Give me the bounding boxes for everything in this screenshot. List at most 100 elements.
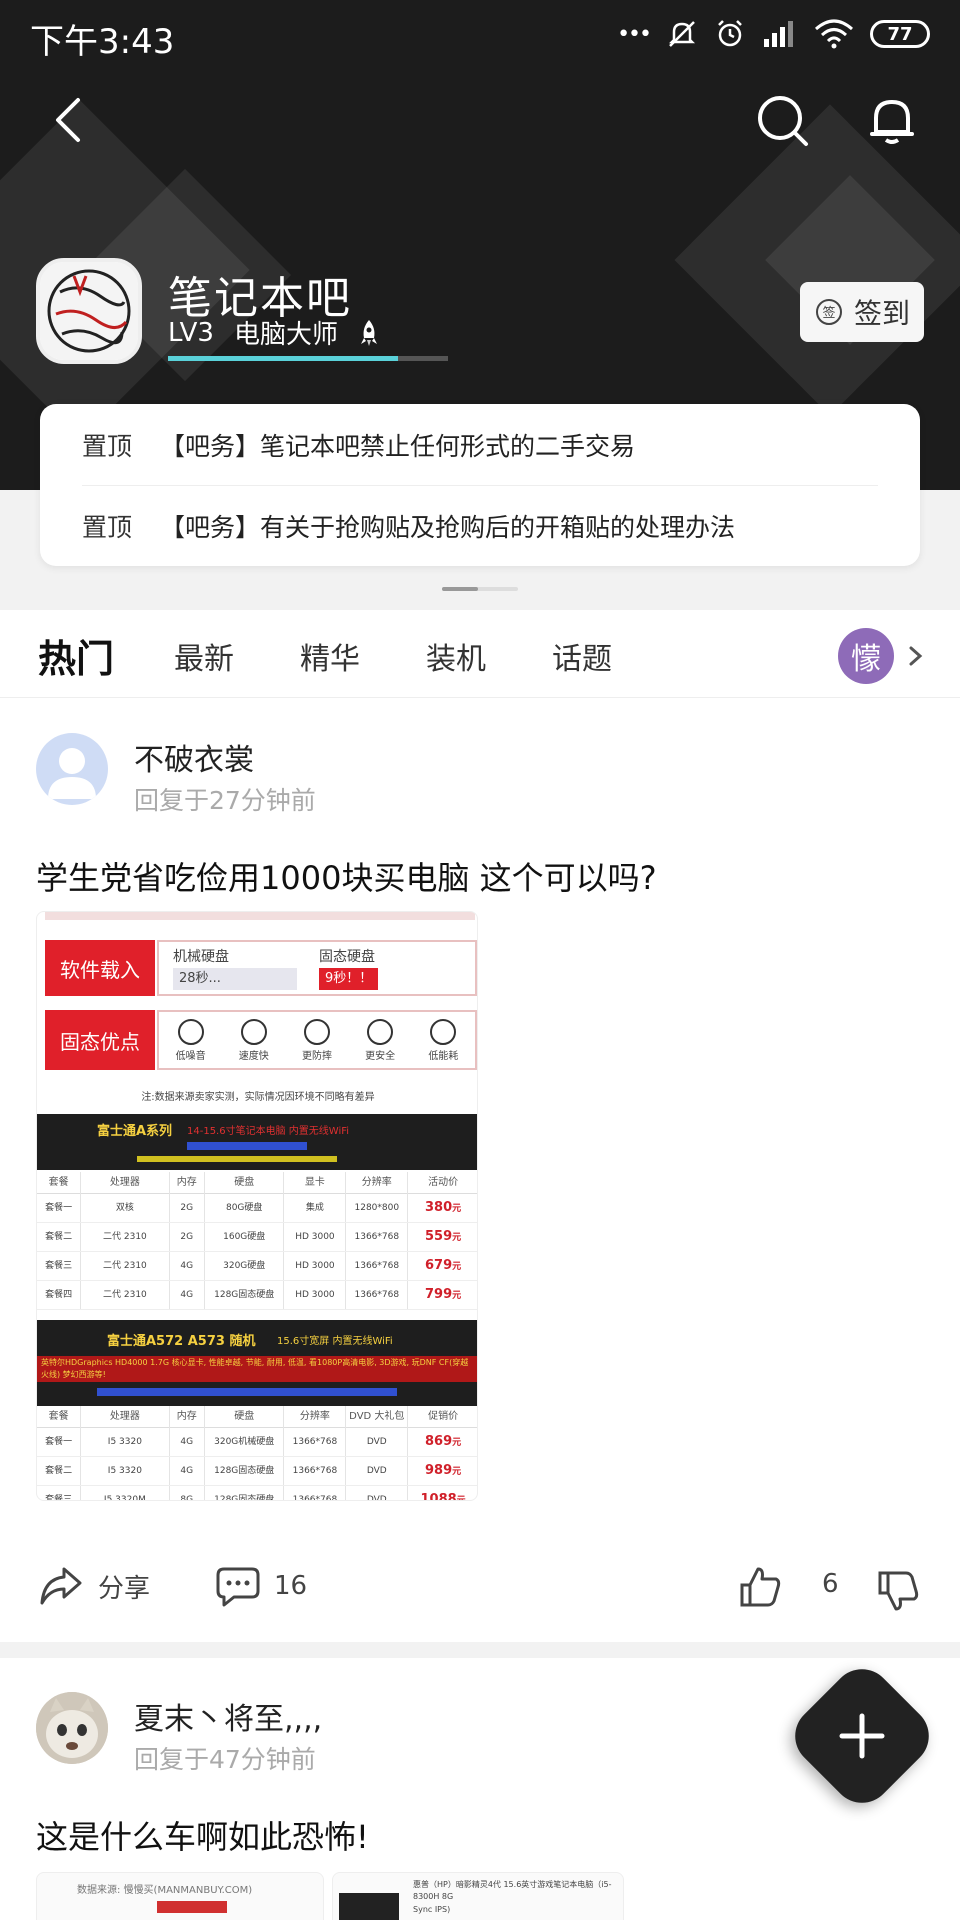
image-price-unit: 元 bbox=[452, 1438, 462, 1448]
image-table-cell: DVD bbox=[346, 1428, 409, 1456]
image-price-value: 559 bbox=[425, 1229, 453, 1244]
post-title[interactable]: 这是什么车啊如此恐怖! bbox=[36, 1812, 369, 1858]
image-table-row: 套餐二 二代 2310 2G 160G硬盘 HD 3000 1366*768 559元 bbox=[37, 1223, 477, 1252]
image-banner-b-title: 富士通A572 A573 随机 bbox=[107, 1334, 256, 1349]
image-ssd-time: 9秒！！ bbox=[319, 968, 379, 990]
tab-hot[interactable]: 热门 bbox=[38, 628, 114, 683]
page-indicator-active bbox=[442, 587, 478, 591]
like-button[interactable] bbox=[738, 1565, 782, 1609]
image-table-cell: DVD bbox=[346, 1486, 409, 1500]
image-table-price: 679元 bbox=[408, 1252, 477, 1280]
level-progress-fill bbox=[168, 356, 398, 361]
plug-icon bbox=[430, 1018, 457, 1045]
battery-icon: 77 bbox=[870, 20, 930, 48]
share-arrow-icon bbox=[40, 1567, 82, 1605]
image-banner-b-strip bbox=[97, 1388, 397, 1396]
image-table-header-row: 套餐 处理器 内存 硬盘 分辨率 DVD 大礼包 促销价 bbox=[37, 1406, 477, 1428]
image-table-cell: 套餐二 bbox=[37, 1457, 82, 1485]
comment-button[interactable]: 16 bbox=[216, 1565, 307, 1607]
image-table-header: 分辨率 bbox=[346, 1172, 409, 1194]
wifi-icon bbox=[815, 19, 853, 49]
image-table-cell: 80G硬盘 bbox=[205, 1194, 285, 1222]
image-table-cell: 双核 bbox=[81, 1194, 170, 1222]
chevron-right-icon[interactable] bbox=[904, 636, 928, 676]
pinned-post[interactable]: 置顶 【吧务】笔记本吧禁止任何形式的二手交易 bbox=[82, 404, 635, 485]
notification-bell-icon[interactable] bbox=[862, 90, 922, 150]
image-table-cell: 二代 2310 bbox=[81, 1252, 170, 1280]
pinned-title: 【吧务】笔记本吧禁止任何形式的二手交易 bbox=[160, 431, 636, 461]
tab-bar: 热门 最新 精华 装机 话题 bbox=[0, 612, 960, 698]
share-button[interactable]: 分享 bbox=[38, 1565, 150, 1607]
image-price-unit: 元 bbox=[452, 1204, 462, 1214]
image-table-cell: 128G固态硬盘 bbox=[205, 1281, 285, 1309]
cat-avatar-image bbox=[36, 1692, 108, 1764]
post-image[interactable]: 惠普（HP）暗影精灵4代 15.6英寸游戏笔记本电脑（i5-8300H 8G S… bbox=[332, 1872, 624, 1920]
tab-latest[interactable]: 最新 bbox=[174, 634, 234, 678]
drive-icon bbox=[303, 1018, 330, 1045]
post-username[interactable]: 不破衣裳 bbox=[134, 735, 254, 779]
image-source-text: 数据来源: 慢慢买(MANMANBUY.COM) bbox=[77, 1885, 253, 1896]
image-table-cell: HD 3000 bbox=[284, 1281, 347, 1309]
level-title: 电脑大师 bbox=[233, 320, 338, 350]
signin-button[interactable]: 签 签到 bbox=[800, 282, 924, 342]
image-table-cell: 1366*768 bbox=[284, 1486, 347, 1500]
image-table-header: 套餐 bbox=[37, 1172, 82, 1194]
image-table-cell: 1366*768 bbox=[284, 1457, 347, 1485]
image-table-row: 套餐一 双核 2G 80G硬盘 集成 1280*800 380元 bbox=[37, 1194, 477, 1223]
image-banner-b-subtitle: 15.6寸宽屏 内置无线WiFi bbox=[277, 1336, 393, 1347]
pinned-posts-card: 置顶 【吧务】笔记本吧禁止任何形式的二手交易 置顶 【吧务】有关于抢购贴及抢购后… bbox=[40, 404, 920, 566]
thumbs-up-icon bbox=[740, 1567, 781, 1607]
image-feature: 更安全 bbox=[365, 1018, 396, 1062]
image-table-row: 套餐三 I5 3320M 8G 128G固态硬盘 1366*768 DVD 1088元 bbox=[37, 1486, 477, 1501]
image-feature-label: 更安全 bbox=[365, 1050, 396, 1062]
user-avatar[interactable]: 懞 bbox=[838, 628, 894, 684]
image-table-cell: 套餐一 bbox=[37, 1194, 82, 1222]
dislike-button[interactable] bbox=[876, 1569, 920, 1613]
image-price-table-b: 套餐 处理器 内存 硬盘 分辨率 DVD 大礼包 促销价 套餐一 I5 3320 4G 320G机械… bbox=[37, 1406, 477, 1501]
image-table-cell: HD 3000 bbox=[284, 1223, 347, 1251]
thumbs-down-icon bbox=[878, 1571, 919, 1611]
back-arrow-icon[interactable] bbox=[40, 90, 100, 150]
image-feature-label: 低噪音 bbox=[175, 1050, 206, 1062]
forum-avatar[interactable] bbox=[36, 258, 142, 364]
image-feature: 低能耗 bbox=[428, 1018, 458, 1062]
pinned-post[interactable]: 置顶 【吧务】有关于抢购贴及抢购后的开箱贴的处理办法 bbox=[82, 485, 735, 566]
search-icon[interactable] bbox=[752, 90, 812, 150]
image-banner-a-title: 富士通A系列 bbox=[97, 1124, 173, 1139]
tab-topics[interactable]: 话题 bbox=[552, 634, 612, 678]
post-image[interactable]: 数据来源: 慢慢买(MANMANBUY.COM) bbox=[36, 1872, 324, 1920]
image-price-value: 1088 bbox=[420, 1492, 457, 1501]
image-banner-b: 富士通A572 A573 随机 15.6寸宽屏 内置无线WiFi 英特尔HDGr… bbox=[37, 1320, 477, 1406]
comment-count: 16 bbox=[274, 1571, 308, 1601]
tab-build[interactable]: 装机 bbox=[426, 634, 486, 678]
image-advantage-label: 固态优点 bbox=[45, 1010, 155, 1070]
post-image[interactable]: 软件载入 机械硬盘 28秒... 固态硬盘 9秒！！ 固态优点 低噪音 速度快 … bbox=[36, 911, 478, 1501]
level-badge: LV3 bbox=[168, 317, 214, 348]
image-feature-label: 速度快 bbox=[238, 1050, 269, 1062]
tab-featured[interactable]: 精华 bbox=[300, 634, 360, 678]
post-avatar[interactable] bbox=[36, 1692, 108, 1764]
image-table-price: 989元 bbox=[408, 1457, 477, 1485]
image-price-unit: 元 bbox=[452, 1233, 462, 1243]
post-card[interactable]: 不破衣裳 回复于27分钟前 学生党省吃俭用1000块买电脑 这个可以吗? 软件载… bbox=[0, 699, 960, 1642]
image-table-cell: 二代 2310 bbox=[81, 1223, 170, 1251]
image-table-cell: 套餐三 bbox=[37, 1252, 82, 1280]
image-table-cell: 4G bbox=[170, 1428, 205, 1456]
more-dots-icon: ••• bbox=[617, 21, 652, 47]
image-banner-b-line: 英特尔HDGraphics HD4000 1.7G 核心显卡, 性能卓越, 节能… bbox=[37, 1356, 477, 1382]
post-avatar[interactable] bbox=[36, 733, 108, 805]
image-table-cell: I5 3320 bbox=[81, 1457, 170, 1485]
image-table-price: 799元 bbox=[408, 1281, 477, 1309]
post-username[interactable]: 夏末丶将至,,,, bbox=[134, 1694, 322, 1738]
status-bar: 下午3:43 ••• 77 bbox=[0, 0, 960, 70]
image-price-value: 380 bbox=[425, 1200, 453, 1215]
plus-icon-glyph bbox=[839, 1713, 885, 1759]
post-time: 回复于47分钟前 bbox=[134, 1745, 316, 1774]
image-table-header: DVD 大礼包 bbox=[346, 1406, 409, 1428]
speaker-icon bbox=[177, 1018, 204, 1045]
image-table-cell: 二代 2310 bbox=[81, 1281, 170, 1309]
post-title[interactable]: 学生党省吃俭用1000块买电脑 这个可以吗? bbox=[36, 853, 657, 899]
image-feature-row: 低噪音 速度快 更防摔 更安全 低能耗 bbox=[157, 1010, 477, 1070]
plus-icon[interactable] bbox=[806, 1680, 918, 1792]
image-table-cell: 1366*768 bbox=[346, 1281, 409, 1309]
